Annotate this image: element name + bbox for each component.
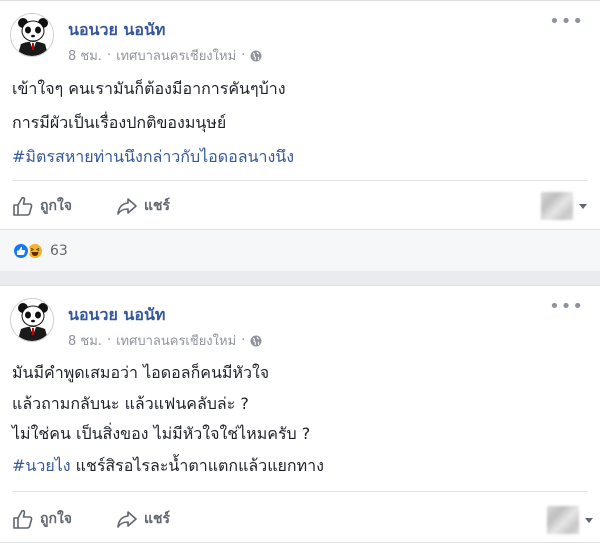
meta-separator: · [241, 333, 246, 348]
post-text-line-with-hashtag: #นวยไง แชร์สิรอไรละน้ำตาแตกแล้วแยกทาง [12, 454, 324, 479]
share-label: แชร์ [144, 198, 171, 214]
panda-avatar-icon [11, 299, 53, 341]
reaction-count: 63 [50, 243, 68, 259]
share-arrow-icon [117, 198, 137, 215]
post-text-tail: แชร์สิรอไรละน้ำตาแตกแล้วแยกทาง [70, 456, 324, 475]
post-meta: 8 ชม. · เทศบาลนครเชียงใหม่ · [68, 330, 262, 351]
more-options-icon[interactable]: ••• [549, 11, 584, 32]
more-options-icon[interactable]: ••• [549, 296, 584, 317]
post-time[interactable]: 8 ชม. [68, 45, 102, 66]
chevron-down-icon[interactable] [579, 204, 587, 209]
page-avatar-selector[interactable] [541, 192, 573, 220]
chevron-down-icon[interactable] [585, 518, 593, 523]
avatar[interactable] [10, 298, 54, 342]
hashtag-link[interactable]: #มิตรสหายท่านนึงกล่าวกับไอดอลนางนึง [12, 145, 294, 170]
page-avatar-selector[interactable] [547, 506, 579, 534]
like-label: ถูกใจ [40, 198, 72, 214]
meta-separator: · [241, 48, 246, 63]
like-reaction-icon [12, 242, 30, 260]
post-text-line: การมีผัวเป็นเรื่องปกติของมนุษย์ [12, 113, 227, 132]
post-card: นอนวย นอนัท 8 ชม. · เทศบาลนครเชียงใหม่ ·… [0, 0, 600, 271]
globe-icon [250, 50, 262, 61]
hashtag-link[interactable]: #นวยไง [12, 456, 71, 475]
meta-separator: · [106, 48, 112, 63]
share-button[interactable]: แชร์ [116, 508, 170, 530]
post-location[interactable]: เทศบาลนครเชียงใหม่ [116, 45, 236, 66]
thumbs-up-icon [13, 196, 33, 216]
post-text-line: เข้าใจๆ คนเรามันก็ต้องมีอาการคันๆบ้าง [12, 79, 286, 98]
post-location[interactable]: เทศบาลนครเชียงใหม่ [116, 330, 236, 351]
author-name[interactable]: นอนวย นอนัท [68, 303, 165, 328]
globe-icon [250, 335, 262, 346]
post-time[interactable]: 8 ชม. [68, 330, 102, 351]
thumbs-up-icon [13, 509, 33, 529]
share-button[interactable]: แชร์ [116, 195, 170, 217]
panda-avatar-icon [11, 14, 53, 56]
author-name[interactable]: นอนวย นอนัท [68, 18, 165, 43]
divider [12, 491, 588, 492]
post-text-line: มันมีคำพูดเสมอว่า ไอดอลก็คนมีหัวใจ [12, 363, 270, 382]
post-meta: 8 ชม. · เทศบาลนครเชียงใหม่ · [68, 45, 262, 66]
avatar[interactable] [10, 13, 54, 57]
post-text-line: แล้วถามกลับนะ แล้วแฟนคลับล่ะ ? [12, 394, 249, 413]
share-label: แชร์ [144, 511, 171, 527]
meta-separator: · [106, 333, 112, 348]
post-card: นอนวย นอนัท 8 ชม. · เทศบาลนครเชียงใหม่ ·… [0, 285, 600, 543]
reaction-bar: 63 [0, 229, 600, 271]
share-arrow-icon [117, 511, 137, 528]
divider [12, 180, 588, 181]
like-button[interactable]: ถูกใจ [12, 508, 72, 530]
reaction-summary[interactable]: 63 [12, 242, 68, 260]
post-text-line: ไม่ใช่คน เป็นสิ่งของ ไม่มีหัวใจใช่ไหมครั… [12, 424, 311, 443]
like-button[interactable]: ถูกใจ [12, 195, 72, 217]
like-label: ถูกใจ [40, 511, 72, 527]
